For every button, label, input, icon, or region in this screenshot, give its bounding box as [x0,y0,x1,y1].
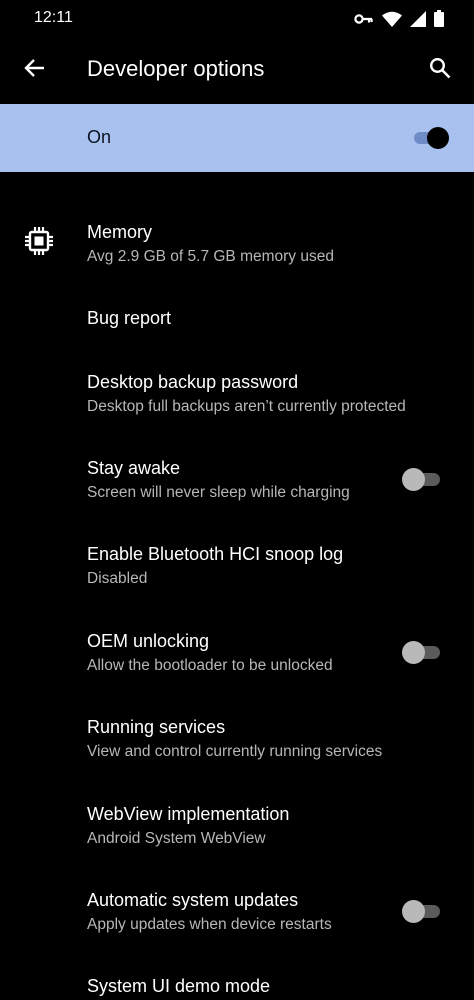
setting-summary: Avg 2.9 GB of 5.7 GB memory used [87,248,334,265]
setting-system-ui-demo-mode[interactable]: System UI demo mode [0,964,474,1000]
setting-desktop-backup-password[interactable]: Desktop backup password Desktop full bac… [0,360,474,436]
setting-webview-implementation[interactable]: WebView implementation Android System We… [0,792,474,868]
setting-title: Running services [87,717,226,737]
master-switch-toggle[interactable] [412,126,452,150]
vpn-key-icon [354,12,374,26]
signal-icon [410,10,426,27]
setting-summary: Android System WebView [87,830,266,847]
setting-oem-unlocking[interactable]: OEM unlocking Allow the bootloader to be… [0,619,474,695]
search-button[interactable] [420,50,460,90]
switch-thumb [402,641,425,664]
setting-summary: Disabled [87,570,148,587]
setting-title: WebView implementation [87,804,290,824]
setting-summary: Desktop full backups aren’t currently pr… [87,398,406,415]
automatic-system-updates-toggle[interactable] [401,898,443,924]
setting-title: Bug report [87,308,172,328]
setting-running-services[interactable]: Running services View and control curren… [0,705,474,781]
setting-bug-report[interactable]: Bug report [0,296,474,344]
search-icon [429,57,451,84]
setting-title: System UI demo mode [87,976,271,996]
setting-title: Automatic system updates [87,890,299,910]
back-button[interactable] [14,50,54,90]
stay-awake-toggle[interactable] [401,466,443,492]
master-switch-label: On [87,127,112,147]
setting-title: Memory [87,222,153,242]
oem-unlocking-toggle[interactable] [401,639,443,665]
switch-thumb [427,127,449,149]
memory-chip-icon [22,224,56,258]
switch-thumb [402,468,425,491]
status-bar: 12:11 [0,0,474,36]
setting-summary: Apply updates when device restarts [87,916,332,933]
page-title: Developer options [87,56,265,81]
setting-summary: Screen will never sleep while charging [87,484,350,501]
setting-memory[interactable]: Memory Avg 2.9 GB of 5.7 GB memory used [0,210,474,286]
app-bar: Developer options [0,36,474,104]
battery-icon [434,10,444,27]
setting-title: Desktop backup password [87,372,299,392]
setting-bluetooth-hci-snoop-log[interactable]: Enable Bluetooth HCI snoop log Disabled [0,532,474,608]
setting-stay-awake[interactable]: Stay awake Screen will never sleep while… [0,446,474,522]
status-time: 12:11 [34,9,73,26]
setting-title: OEM unlocking [87,631,210,651]
master-switch-bar[interactable]: On [0,104,474,172]
setting-automatic-system-updates[interactable]: Automatic system updates Apply updates w… [0,878,474,954]
arrow-back-icon [23,57,45,84]
setting-title: Stay awake [87,458,181,478]
setting-summary: View and control currently running servi… [87,743,383,760]
setting-summary: Allow the bootloader to be unlocked [87,657,333,674]
switch-thumb [402,900,425,923]
setting-title: Enable Bluetooth HCI snoop log [87,544,344,564]
status-icons [354,10,444,27]
wifi-icon [382,11,402,27]
